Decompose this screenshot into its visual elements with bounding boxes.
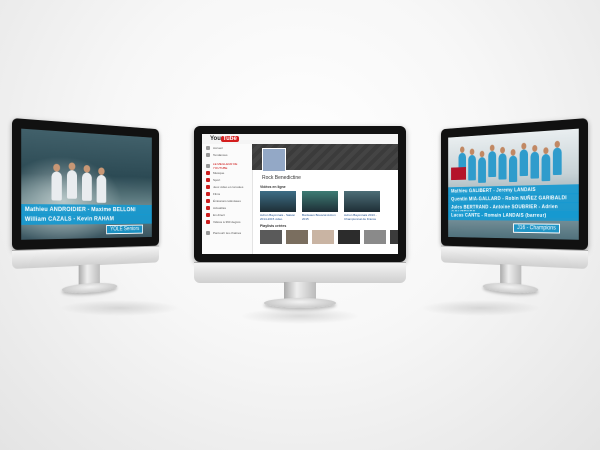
channel-category-icon — [206, 171, 210, 175]
right-monitor: Mathieu GALIBERT - Jeremy LANDAIS Quenti… — [440, 118, 588, 308]
rower — [96, 167, 107, 203]
youtube-sidebar: Accueil Tendances LE MEILLEUR DE YOUTUBE Mu… — [202, 144, 253, 254]
channel-category-icon — [206, 206, 210, 210]
playlist-thumbnail[interactable] — [364, 230, 386, 244]
sidebar-item-label: En direct — [213, 213, 225, 217]
floor-shadow — [60, 300, 180, 316]
sidebar-item-label: Tendances — [213, 153, 228, 157]
caption-line-4: Lucas CANTE - Romain LANDAIS (barreur) — [448, 211, 579, 221]
video-title[interactable]: Bordeaux Bouscat Aviron 2015 — [302, 213, 340, 221]
sidebar-item[interactable]: Jeux vidéo et consoles — [206, 184, 252, 190]
rower — [51, 163, 62, 201]
sidebar-item-label: Sport — [213, 178, 221, 182]
sidebar-item[interactable]: En direct — [206, 212, 252, 218]
playlist-thumbnail[interactable] — [338, 230, 360, 244]
nav-icon — [206, 231, 210, 235]
sidebar-item[interactable]: Films — [206, 191, 252, 197]
sidebar-item[interactable]: Tendances — [206, 152, 252, 158]
caption-category: J16 - Champions — [513, 223, 561, 234]
sidebar-item-label: Actualités — [213, 206, 227, 210]
right-monitor-base — [482, 281, 539, 295]
athlete — [498, 146, 507, 180]
caption-category: YOLE Seniors — [106, 224, 144, 235]
left-monitor-screen: Mathieu ANDROIDIER - Maxime BELLONI Will… — [21, 128, 152, 240]
sidebar-item-label: Vidéos à 360 degrés — [213, 220, 241, 224]
athlete — [530, 144, 540, 179]
sidebar-item-label: Films — [213, 192, 221, 196]
playlist-thumbnail[interactable] — [286, 230, 308, 244]
athlete — [468, 148, 476, 181]
sidebar-item[interactable]: Vidéos à 360 degrés — [206, 219, 252, 225]
video-thumbnail[interactable] — [344, 191, 380, 212]
athlete — [488, 144, 497, 178]
rower — [66, 162, 78, 199]
uploads-title[interactable]: Vidéos en ligne — [260, 185, 286, 189]
right-monitor-bezel: Mathieu GALIBERT - Jeremy LANDAIS Quenti… — [440, 118, 588, 250]
channel-category-icon — [206, 178, 210, 182]
floor-shadow — [420, 300, 540, 316]
sidebar-item[interactable]: LE MEILLEUR DE YOUTUBE — [206, 162, 252, 170]
playlists-title[interactable]: Playlists créées — [260, 224, 286, 228]
athlete — [552, 140, 562, 176]
sidebar-item-label: Émissions télévisées — [213, 199, 241, 203]
nav-icon — [206, 164, 210, 168]
sidebar-item-label: Jeux vidéo et consoles — [213, 185, 244, 189]
sidebar-item[interactable]: Accueil — [206, 145, 252, 151]
sidebar-item-label: LE MEILLEUR DE YOUTUBE — [212, 162, 238, 170]
channel-name[interactable]: Rock Benedictine — [262, 175, 301, 181]
center-monitor-base — [264, 298, 336, 308]
playlist-thumbnail[interactable] — [260, 230, 282, 244]
sidebar-item-label: Accueil — [213, 146, 223, 150]
center-monitor-bezel: You Tube Accueil Tendances LE MEILLEUR DE Y… — [194, 126, 406, 262]
sidebar-item[interactable]: Sport — [206, 177, 252, 183]
left-monitor-bezel: Mathieu ANDROIDIER - Maxime BELLONI Will… — [12, 118, 160, 250]
sidebar-item-label: Parcourir les chaînes — [213, 231, 242, 235]
youtube-page: You Tube Accueil Tendances LE MEILLEUR DE Y… — [202, 134, 398, 254]
channel-category-icon — [206, 213, 210, 217]
athlete — [478, 150, 486, 183]
center-monitor-chin — [194, 262, 406, 283]
video-title[interactable]: Aviron Bayonnais 2013 - Championnat de F… — [344, 213, 382, 221]
sidebar-item[interactable]: Émissions télévisées — [206, 198, 252, 204]
channel-avatar[interactable] — [262, 148, 286, 172]
playlist-thumbnail[interactable] — [390, 230, 398, 244]
sidebar-item[interactable]: Parcourir les chaînes — [206, 230, 252, 236]
channel-category-icon — [206, 185, 210, 189]
left-monitor-base — [61, 281, 118, 295]
channel-category-icon — [206, 199, 210, 203]
video-thumbnail[interactable] — [260, 191, 296, 212]
rower — [81, 164, 92, 201]
video-thumbnail[interactable] — [302, 191, 338, 212]
basque-flag — [451, 167, 466, 181]
right-monitor-screen: Mathieu GALIBERT - Jeremy LANDAIS Quenti… — [448, 128, 579, 240]
playlist-thumbnail[interactable] — [312, 230, 334, 244]
athlete — [541, 147, 551, 182]
caption-line-2: William CAZALS - Kevin RAHAM — [21, 213, 152, 225]
nav-icon — [206, 146, 210, 150]
left-monitor: Mathieu ANDROIDIER - Maxime BELLONI Will… — [12, 118, 160, 308]
channel-category-icon — [206, 220, 210, 224]
sidebar-item[interactable]: Musique — [206, 170, 252, 176]
athlete — [509, 148, 518, 183]
sidebar-item[interactable]: Actualités — [206, 205, 252, 211]
center-monitor: You Tube Accueil Tendances LE MEILLEUR DE Y… — [194, 126, 406, 326]
athlete — [519, 142, 529, 177]
channel-category-icon — [206, 192, 210, 196]
youtube-logo[interactable]: You Tube — [210, 136, 239, 142]
floor-shadow — [240, 308, 360, 324]
nav-icon — [206, 153, 210, 157]
sidebar-item-label: Musique — [213, 171, 225, 175]
video-title[interactable]: Aviron Bayonnais - Saison 2014-2015 vidé… — [260, 213, 298, 221]
